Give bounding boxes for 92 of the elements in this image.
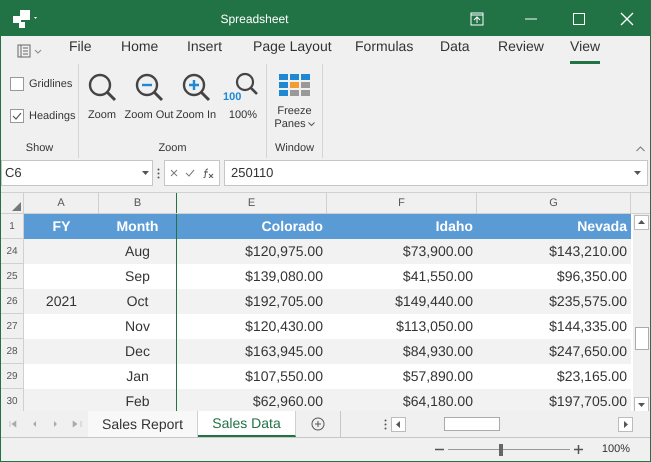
group-label: Window [274, 141, 316, 156]
freeze-panes-button[interactable]: Freeze Panes [274, 70, 315, 140]
row-header[interactable]: 28 [1, 339, 24, 364]
column-header[interactable]: F [327, 193, 477, 213]
column-title: Nevada [477, 214, 631, 239]
group-label: Zoom [157, 141, 188, 156]
ribbon-tab[interactable]: Home [121, 36, 158, 64]
splitter-icon[interactable] [157, 168, 160, 178]
table-cell: $73,900.00 [327, 239, 477, 264]
select-all-icon[interactable] [12, 202, 21, 211]
zoom-in-icon [180, 72, 212, 104]
document-menu-icon[interactable] [17, 43, 43, 59]
table-cell: $120,975.00 [177, 239, 327, 264]
checkbox-label[interactable]: Gridlines [29, 76, 72, 92]
table-cell: Dec [99, 339, 177, 364]
check-icon[interactable] [184, 169, 195, 177]
zoom-out-icon [133, 72, 165, 104]
zoom-button[interactable]: Zoom In [175, 70, 217, 140]
ribbon-tab[interactable]: Review [498, 36, 544, 64]
name-box-text: C6 [5, 164, 22, 182]
row-header[interactable]: 1 [1, 214, 24, 239]
table-cell: $149,440.00 [327, 289, 477, 314]
ribbon-tab[interactable]: View [570, 36, 600, 64]
table-cell: $64,180.00 [327, 389, 477, 411]
window-pin-icon[interactable] [470, 12, 484, 26]
maximize-icon[interactable] [572, 12, 586, 26]
table-cell: Aug [99, 239, 177, 264]
app-logo-icon[interactable] [13, 10, 39, 28]
table-cell: $192,705.00 [177, 289, 327, 314]
cancel-icon[interactable] [170, 169, 178, 177]
dropdown-icon[interactable] [142, 171, 149, 175]
table-cell: Oct [99, 289, 177, 314]
splitter-icon[interactable] [384, 418, 387, 430]
column-title: Month [99, 214, 177, 239]
table-cell: $143,210.00 [477, 239, 631, 264]
ribbon-tab[interactable]: Insert [187, 36, 222, 64]
close-icon[interactable] [620, 12, 634, 26]
scroll-down-icon[interactable] [634, 397, 649, 411]
function-icon[interactable] [202, 168, 214, 178]
window-title: Spreadsheet [219, 10, 290, 28]
zoom-button[interactable]: 100 100% [222, 70, 264, 140]
checkbox-label[interactable]: Headings [29, 108, 76, 124]
slider-thumb[interactable] [498, 444, 503, 456]
scroll-left-icon[interactable] [391, 416, 406, 432]
ribbon-tab[interactable]: Page Layout [253, 36, 332, 64]
column-header[interactable]: G [477, 193, 631, 213]
collapse-ribbon-icon[interactable] [636, 146, 645, 152]
scroll-right-icon[interactable] [618, 416, 633, 432]
column-title: Colorado [177, 214, 327, 239]
zoom-percentage: 100% [602, 442, 630, 458]
formula-input[interactable]: 250110 [224, 160, 648, 186]
column-header[interactable]: E [177, 193, 327, 213]
caret-icon [308, 122, 315, 127]
zoom-slider[interactable] [448, 444, 570, 456]
formula-text: 250110 [231, 164, 274, 182]
row-header[interactable]: 24 [1, 239, 24, 264]
sheet-tab[interactable]: Sales Data [198, 411, 296, 437]
ribbon-tab[interactable]: Data [440, 36, 470, 64]
grid-icon [278, 74, 310, 96]
column-header[interactable]: B [99, 193, 177, 213]
row-header[interactable]: 27 [1, 314, 24, 339]
row-header[interactable]: 25 [1, 264, 24, 289]
ribbon-tab[interactable]: Formulas [355, 36, 414, 64]
column-title: Idaho [327, 214, 477, 239]
table-cell: 2021 [24, 289, 99, 314]
table-cell: Feb [99, 389, 177, 411]
table-cell: $197,705.00 [477, 389, 631, 411]
table-cell: $62,960.00 [177, 389, 327, 411]
group-label: Show [24, 141, 54, 156]
row-header[interactable]: 26 [1, 289, 24, 314]
search-icon [86, 72, 118, 104]
table-cell: $235,575.00 [477, 289, 631, 314]
zoom-button[interactable]: Zoom [81, 70, 123, 140]
sheet-tab[interactable]: Sales Report [88, 411, 198, 437]
scroll-up-icon[interactable] [634, 215, 649, 230]
table-cell: $84,930.00 [327, 339, 477, 364]
column-header[interactable]: A [24, 193, 99, 213]
zoom-level-text: 100 [223, 92, 242, 103]
scrollbar-thumb[interactable] [444, 417, 500, 431]
table-cell: $163,945.00 [177, 339, 327, 364]
column-title: FY [24, 214, 99, 239]
name-box[interactable]: C6 [1, 160, 153, 186]
table-cell: $247,650.00 [477, 339, 631, 364]
ribbon-tab[interactable]: File [69, 36, 92, 64]
row-header[interactable]: 30 [1, 389, 24, 411]
checkbox[interactable] [10, 77, 24, 92]
add-sheet-icon[interactable] [311, 417, 325, 431]
row-header[interactable]: 29 [1, 364, 24, 389]
zoom-in-icon[interactable] [574, 445, 583, 454]
scrollbar-thumb[interactable] [634, 327, 648, 350]
checkbox[interactable] [10, 108, 24, 123]
dropdown-icon[interactable] [634, 171, 641, 175]
